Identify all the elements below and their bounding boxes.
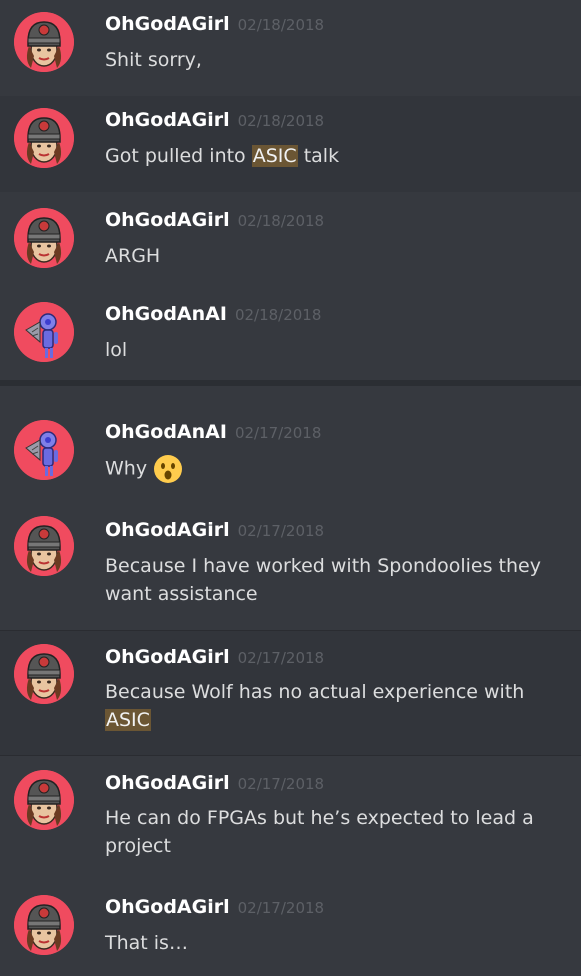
author-name[interactable]: OhGodAnAI 02/17/2018	[105, 421, 321, 443]
message: OhGodAGirl 02/17/2018 Because I have work…	[0, 506, 581, 630]
hushed-face-emoji-icon	[154, 455, 183, 483]
author-name[interactable]: OhGodAGirl 02/18/2018	[105, 13, 324, 35]
message: OhGodAnAI 02/18/2018 lol	[0, 288, 581, 380]
chat-log: OhGodAGirl 02/18/2018 Shit sorry, OhGodAG…	[0, 0, 581, 976]
message: OhGodAGirl 02/17/2018 Because Wolf has no…	[0, 630, 581, 756]
avatar[interactable]	[14, 208, 74, 268]
message: OhGodAGirl 02/18/2018 ARGH	[0, 192, 581, 288]
timestamp: 02/17/2018	[237, 775, 325, 793]
message-text: lol	[105, 339, 128, 361]
timestamp: 02/17/2018	[234, 424, 322, 442]
timestamp: 02/18/2018	[234, 306, 322, 324]
message-text: That is…	[105, 932, 188, 954]
message-text: Why	[105, 454, 560, 484]
timestamp: 02/18/2018	[237, 212, 325, 230]
author-name[interactable]: OhGodAGirl 02/17/2018	[105, 772, 324, 794]
timestamp: 02/18/2018	[237, 16, 325, 34]
timestamp: 02/17/2018	[237, 522, 325, 540]
avatar[interactable]	[14, 895, 74, 955]
keyword-highlight: ASIC	[251, 145, 298, 167]
avatar[interactable]	[14, 12, 74, 72]
message-text: Because I have worked with Spondoolies t…	[105, 555, 541, 605]
message: OhGodAGirl 02/18/2018 Got pulled into ASI…	[0, 96, 581, 192]
avatar[interactable]	[14, 516, 74, 576]
message-text: ARGH	[105, 245, 161, 267]
author-name[interactable]: OhGodAGirl 02/18/2018	[105, 109, 324, 131]
timestamp: 02/18/2018	[237, 112, 325, 130]
message-text: Shit sorry,	[105, 49, 202, 71]
message-group-divider	[0, 380, 581, 406]
author-name[interactable]: OhGodAGirl 02/17/2018	[105, 896, 324, 918]
message: OhGodAnAI 02/17/2018 Why	[0, 406, 581, 506]
timestamp: 02/17/2018	[237, 899, 325, 917]
keyword-highlight: ASIC	[105, 709, 151, 731]
author-name[interactable]: OhGodAnAI 02/18/2018	[105, 303, 321, 325]
message: OhGodAGirl 02/17/2018 That is…	[0, 883, 581, 976]
message: OhGodAGirl 02/17/2018 He can do FPGAs but…	[0, 757, 581, 883]
avatar[interactable]	[14, 302, 74, 362]
avatar[interactable]	[14, 644, 74, 704]
message-text: Got pulled into ASIC talk	[105, 145, 340, 167]
author-name[interactable]: OhGodAGirl 02/17/2018	[105, 519, 324, 541]
author-name[interactable]: OhGodAGirl 02/18/2018	[105, 209, 324, 231]
message: OhGodAGirl 02/18/2018 Shit sorry,	[0, 0, 581, 96]
message-text: He can do FPGAs but he’s expected to lea…	[105, 807, 534, 857]
author-name[interactable]: OhGodAGirl 02/17/2018	[105, 646, 324, 668]
avatar[interactable]	[14, 108, 74, 168]
timestamp: 02/17/2018	[237, 649, 325, 667]
avatar[interactable]	[14, 420, 74, 480]
message-text: Because Wolf has no actual experience wi…	[105, 681, 525, 731]
avatar[interactable]	[14, 770, 74, 830]
